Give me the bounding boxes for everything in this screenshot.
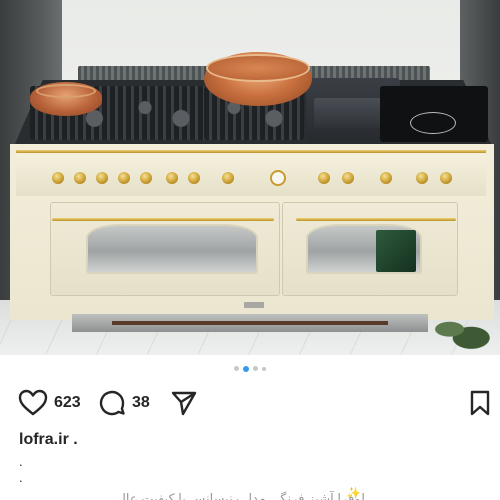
share-button[interactable]: [170, 388, 198, 418]
post-username[interactable]: lofra.ir .: [19, 431, 78, 449]
carousel-dot-active: [243, 365, 249, 372]
knob: [416, 172, 428, 184]
caption-line: .: [19, 454, 23, 469]
knob: [118, 172, 130, 184]
cookbook-in-oven: [376, 230, 416, 272]
oven-handle-left: [52, 218, 274, 221]
carousel-dot: [262, 366, 266, 371]
carousel-indicator: [0, 365, 500, 374]
comment-button[interactable]: 38: [98, 388, 150, 418]
brass-top-rail: [16, 150, 486, 153]
like-button[interactable]: 623: [18, 388, 81, 418]
comment-bubble-icon[interactable]: [98, 389, 126, 417]
caption-truncated-line[interactable]: لوفرا آشپز فرنگی مدل رنیسانس با کیفیت عا…: [19, 488, 365, 500]
range-plinth: [72, 314, 428, 332]
thermometer-gauge: [270, 170, 286, 186]
knob: [188, 172, 200, 184]
knob: [74, 172, 86, 184]
caption-text: لوفرا آشپز فرنگی مدل رنیسانس با کیفیت عا…: [111, 491, 365, 500]
post-photo[interactable]: [0, 0, 500, 355]
post-action-bar: 623 38: [18, 388, 492, 418]
knob: [380, 172, 392, 184]
sparkle-emoji: ✨: [346, 486, 361, 500]
copper-pan-large-rim: [206, 54, 310, 82]
knob: [342, 172, 354, 184]
brand-plate: [244, 302, 264, 308]
copper-pot-small-rim: [36, 84, 96, 98]
knob: [318, 172, 330, 184]
carousel-dot: [253, 366, 258, 371]
oven-window-left: [86, 224, 258, 274]
comments-count[interactable]: 38: [132, 394, 150, 412]
paper-plane-icon[interactable]: [170, 389, 198, 417]
caption-line: .: [19, 470, 23, 485]
knob: [166, 172, 178, 184]
knob: [96, 172, 108, 184]
oven-handle-right: [296, 218, 456, 221]
likes-count[interactable]: 623: [54, 394, 81, 412]
carousel-dot: [234, 366, 239, 371]
save-button[interactable]: [468, 388, 492, 418]
gas-burner-center: [118, 86, 208, 140]
control-panel: [16, 150, 486, 196]
knob: [222, 172, 234, 184]
bookmark-icon[interactable]: [468, 389, 492, 417]
induction-zone: [380, 86, 488, 142]
plant: [428, 312, 500, 355]
knob: [140, 172, 152, 184]
knob: [440, 172, 452, 184]
knob: [52, 172, 64, 184]
heart-icon[interactable]: [18, 389, 48, 417]
